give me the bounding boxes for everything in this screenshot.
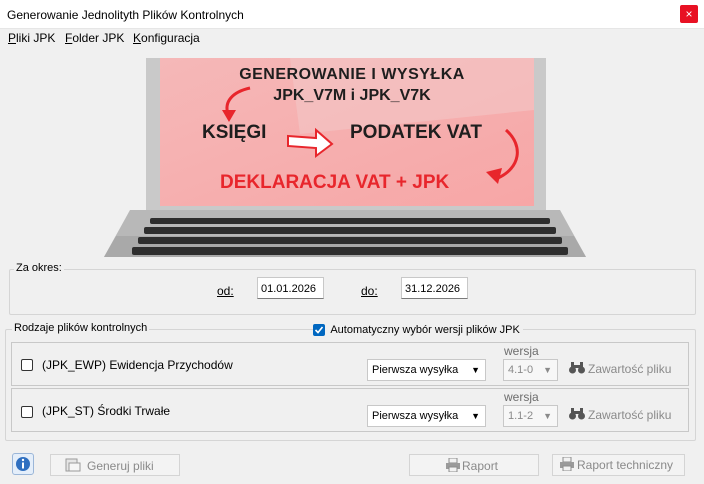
file-content-label: Zawartość pliku <box>588 408 672 422</box>
window-title: Generowanie Jednolityth Plików Kontrolny… <box>7 8 244 22</box>
info-icon <box>16 457 30 471</box>
banner-right-word: PODATEK VAT <box>350 122 482 143</box>
to-label: do: <box>361 284 378 298</box>
menu-bar: Pliki JPK Folder JPK Konfiguracja <box>0 28 704 48</box>
binoculars-icon <box>569 408 585 420</box>
banner-bottom: DEKLARACJA VAT + JPK <box>220 172 450 193</box>
period-legend: Za okres: <box>14 262 64 274</box>
send-type-select[interactable]: Pierwsza wysyłka ▼ <box>367 359 486 381</box>
version-header: wersja <box>504 344 539 358</box>
menu-pliki-jpk[interactable]: Pliki JPK <box>8 31 55 45</box>
send-type-value: Pierwsza wysyłka <box>372 364 459 376</box>
menu-konfiguracja-label: onfiguracja <box>141 31 200 45</box>
file-row-checkbox[interactable] <box>21 359 33 371</box>
banner-line1: GENEROWANIE I WYSYŁKA <box>239 66 465 83</box>
file-content-label: Zawartość pliku <box>588 362 672 376</box>
title-bar: Generowanie Jednolityth Plików Kontrolny… <box>0 0 704 29</box>
generate-files-button[interactable]: Generuj pliki <box>50 454 180 476</box>
checkmark-icon <box>314 326 324 334</box>
info-button[interactable] <box>12 453 34 475</box>
send-type-value: Pierwsza wysyłka <box>372 410 459 422</box>
menu-konfiguracja[interactable]: Konfiguracja <box>133 31 200 45</box>
technical-report-label: Raport techniczny <box>577 458 674 472</box>
version-select[interactable]: 1.1-2 ▼ <box>503 405 558 427</box>
generate-icon <box>65 458 81 472</box>
period-group: Za okres: od: 01.01.2026 do: 31.12.2026 <box>9 262 696 315</box>
from-label: od: <box>217 284 234 298</box>
generate-files-label: Generuj pliki <box>87 459 154 473</box>
file-row-checkbox[interactable] <box>21 406 33 418</box>
chevron-down-icon: ▼ <box>543 411 552 421</box>
close-icon: × <box>685 7 693 21</box>
file-types-legend: Rodzaje plików kontrolnych <box>12 322 150 334</box>
banner-line2: JPK_V7M i JPK_V7K <box>273 87 431 104</box>
binoculars-icon <box>569 362 585 374</box>
auto-version-checkbox[interactable] <box>313 323 325 336</box>
menu-folder-jpk-label: older JPK <box>72 31 125 45</box>
menu-pliki-jpk-label: liki JPK <box>16 31 56 45</box>
report-button[interactable]: Raport <box>409 454 539 476</box>
from-date-input[interactable]: 01.01.2026 <box>257 277 324 299</box>
jpk-banner: GENEROWANIE I WYSYŁKA JPK_V7M i JPK_V7K … <box>0 50 704 258</box>
file-content-button[interactable]: Zawartość pliku <box>567 358 677 380</box>
auto-version-option[interactable]: Automatyczny wybór wersji plików JPK <box>313 322 523 336</box>
chevron-down-icon: ▼ <box>543 365 552 375</box>
banner-left-word: KSIĘGI <box>202 122 267 143</box>
menu-konfiguracja-key: K <box>133 31 142 45</box>
version-value: 1.1-2 <box>508 410 534 422</box>
version-value: 4.1-0 <box>508 364 534 376</box>
send-type-select[interactable]: Pierwsza wysyłka ▼ <box>367 405 486 427</box>
file-row: (JPK_EWP) Ewidencja Przychodów Pierwsza … <box>11 342 689 386</box>
chevron-down-icon: ▼ <box>471 365 480 375</box>
auto-version-label: Automatyczny wybór wersji plików JPK <box>330 323 520 336</box>
file-row-name: (JPK_ST) Środki Trwałe <box>42 404 171 418</box>
printer-icon <box>446 458 460 472</box>
file-row: (JPK_ST) Środki Trwałe Pierwsza wysyłka … <box>11 388 689 432</box>
version-select[interactable]: 4.1-0 ▼ <box>503 359 558 381</box>
to-date-input[interactable]: 31.12.2026 <box>401 277 468 299</box>
menu-folder-jpk[interactable]: Folder JPK <box>65 31 124 45</box>
file-row-name: (JPK_EWP) Ewidencja Przychodów <box>42 358 233 372</box>
report-label: Raport <box>462 459 499 473</box>
close-button[interactable]: × <box>680 5 698 23</box>
version-header: wersja <box>504 390 539 404</box>
chevron-down-icon: ▼ <box>471 411 480 421</box>
file-content-button[interactable]: Zawartość pliku <box>567 404 677 426</box>
printer-icon <box>560 457 574 471</box>
menu-pliki-jpk-key: P <box>8 31 17 45</box>
technical-report-button[interactable]: Raport techniczny <box>552 454 685 476</box>
